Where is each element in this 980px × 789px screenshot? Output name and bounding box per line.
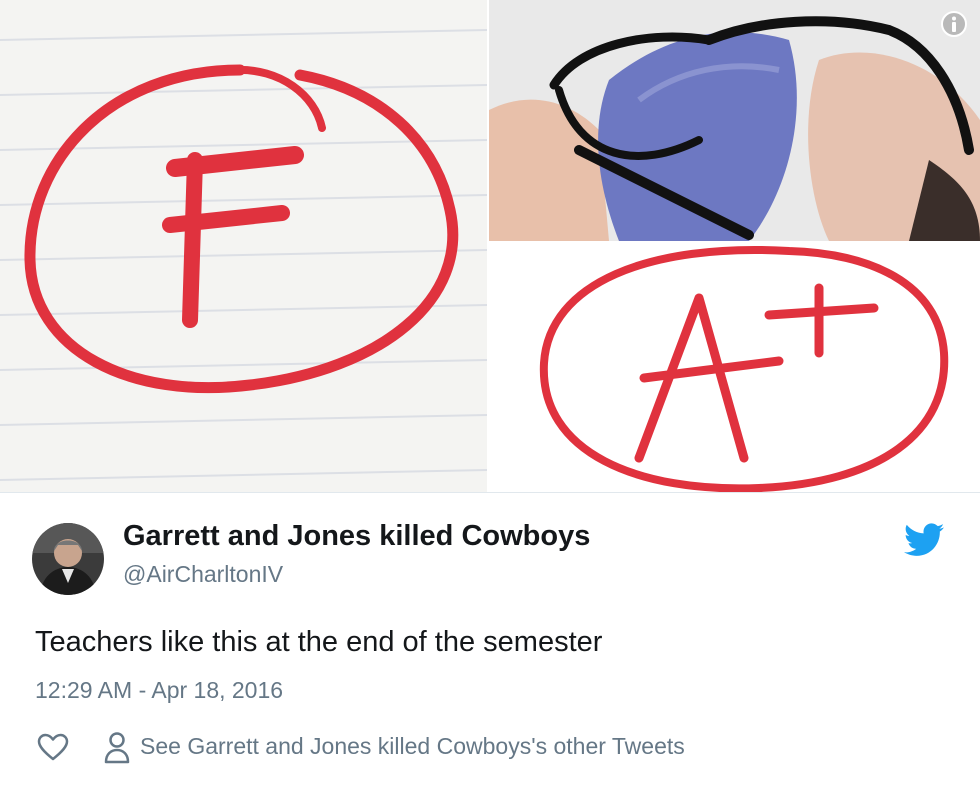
user-icon[interactable] — [104, 730, 130, 764]
heart-icon[interactable] — [37, 733, 69, 761]
twitter-bird-icon[interactable] — [904, 523, 944, 557]
info-icon[interactable] — [940, 10, 968, 38]
glasses-cleaning-image[interactable] — [489, 0, 980, 241]
tweet-media[interactable] — [0, 0, 980, 492]
media-divider — [0, 492, 980, 493]
user-handle[interactable]: @AirCharltonIV — [123, 561, 283, 588]
avatar[interactable] — [32, 523, 104, 595]
display-name[interactable]: Garrett and Jones killed Cowboys — [123, 520, 590, 553]
tweet-timestamp[interactable]: 12:29 AM - Apr 18, 2016 — [35, 677, 283, 704]
other-tweets-link[interactable]: See Garrett and Jones killed Cowboys's o… — [140, 733, 685, 760]
f-grade-image[interactable] — [0, 0, 487, 492]
tweet-text: Teachers like this at the end of the sem… — [35, 626, 603, 658]
a-plus-grade-image[interactable] — [489, 243, 980, 492]
